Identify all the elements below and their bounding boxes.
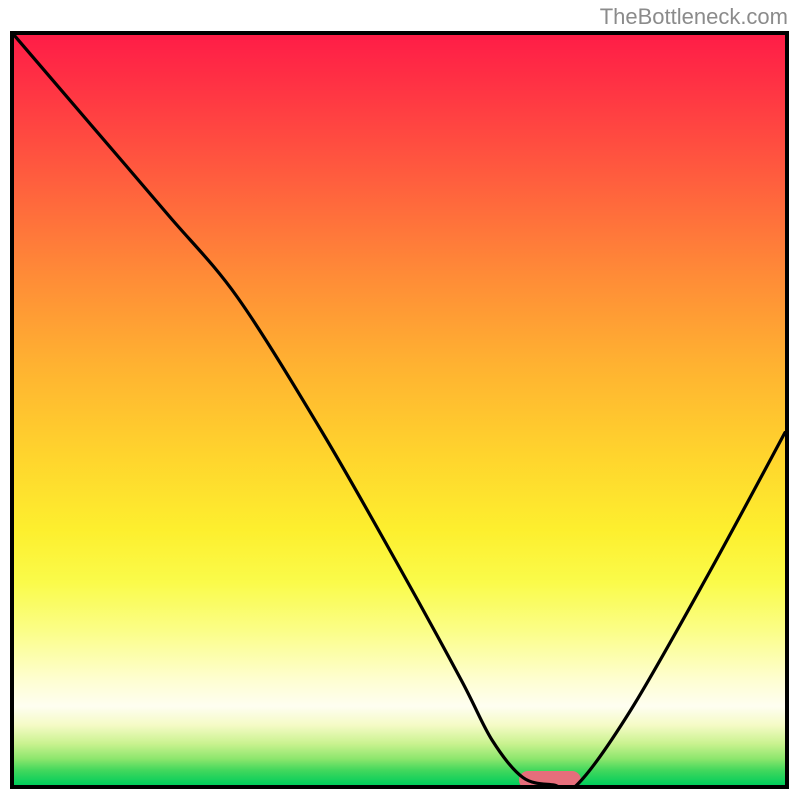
watermark-label: TheBottleneck.com — [600, 4, 788, 30]
gradient-background — [14, 35, 785, 785]
plot-area — [14, 35, 785, 785]
optimal-range-marker — [519, 771, 581, 785]
plot-frame — [10, 31, 789, 789]
